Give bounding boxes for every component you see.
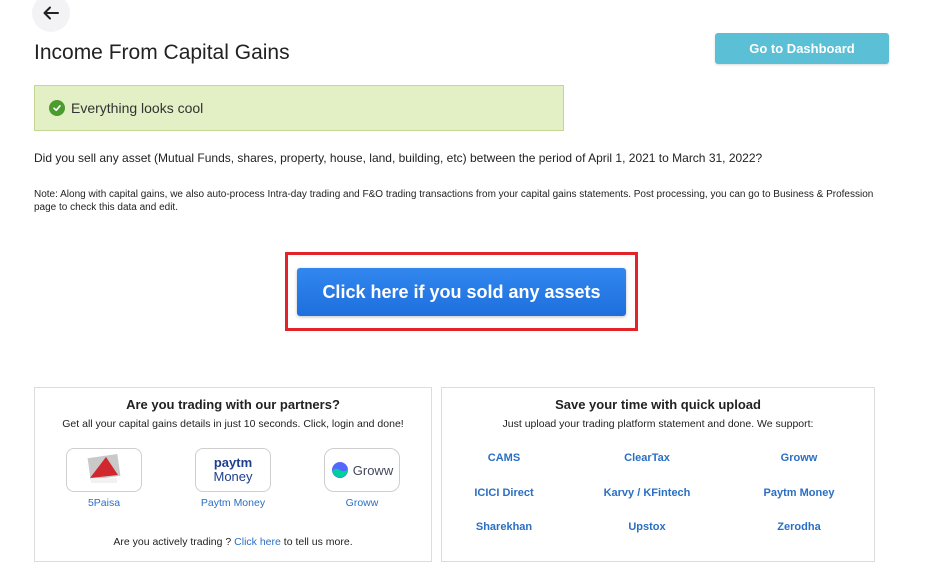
platform-karvy-kfintech[interactable]: Karvy / KFintech (582, 487, 712, 499)
groww-mark-icon (331, 462, 348, 478)
check-circle-icon (49, 100, 65, 116)
quick-upload-card: Save your time with quick upload Just up… (441, 387, 875, 562)
groww-logo-text: Groww (352, 462, 394, 478)
partner-name: Groww (345, 497, 379, 509)
sold-asset-question: Did you sell any asset (Mutual Funds, sh… (34, 151, 763, 165)
partners-subtitle: Get all your capital gains details in ju… (62, 418, 404, 430)
active-trading-tail: to tell us more. (283, 536, 353, 548)
back-button[interactable] (32, 0, 70, 32)
arrow-left-icon (43, 6, 59, 20)
platform-cams[interactable]: CAMS (439, 452, 569, 464)
go-to-dashboard-button[interactable]: Go to Dashboard (715, 33, 889, 64)
platform-upstox[interactable]: Upstox (582, 521, 712, 533)
5paisa-logo (66, 448, 142, 492)
quick-upload-subtitle: Just upload your trading platform statem… (502, 418, 814, 430)
active-trading-line: Are you actively trading ? Click here to… (35, 536, 431, 548)
partners-card: Are you trading with our partners? Get a… (34, 387, 432, 562)
tell-us-more-link[interactable]: Click here (234, 536, 281, 548)
partner-groww[interactable]: Groww Groww (323, 448, 401, 509)
paytm-logo-top: paytm (213, 455, 253, 470)
partners-title: Are you trading with our partners? (126, 397, 340, 412)
platform-zerodha[interactable]: Zerodha (734, 521, 864, 533)
platform-sharekhan[interactable]: Sharekhan (439, 521, 569, 533)
capital-gains-note: Note: Along with capital gains, we also … (34, 189, 874, 213)
sold-assets-button[interactable]: Click here if you sold any assets (297, 268, 626, 316)
status-text: Everything looks cool (71, 100, 204, 116)
platform-paytm-money[interactable]: Paytm Money (734, 487, 864, 499)
paytm-logo-bottom: Money (213, 469, 253, 484)
platform-groww[interactable]: Groww (734, 452, 864, 464)
platform-cleartax[interactable]: ClearTax (582, 452, 712, 464)
partner-5paisa[interactable]: 5Paisa (65, 448, 143, 509)
paytm-money-logo: paytm Money (195, 448, 271, 492)
partner-name: Paytm Money (200, 497, 266, 509)
partner-paytm-money[interactable]: paytm Money Paytm Money (194, 448, 272, 509)
quick-upload-title: Save your time with quick upload (555, 397, 761, 412)
groww-logo: Groww (324, 448, 400, 492)
active-trading-text: Are you actively trading ? (113, 536, 232, 548)
partner-name: 5Paisa (87, 497, 121, 509)
page-title: Income From Capital Gains (34, 41, 290, 64)
platform-icici-direct[interactable]: ICICI Direct (439, 487, 569, 499)
status-banner: Everything looks cool (34, 85, 564, 131)
